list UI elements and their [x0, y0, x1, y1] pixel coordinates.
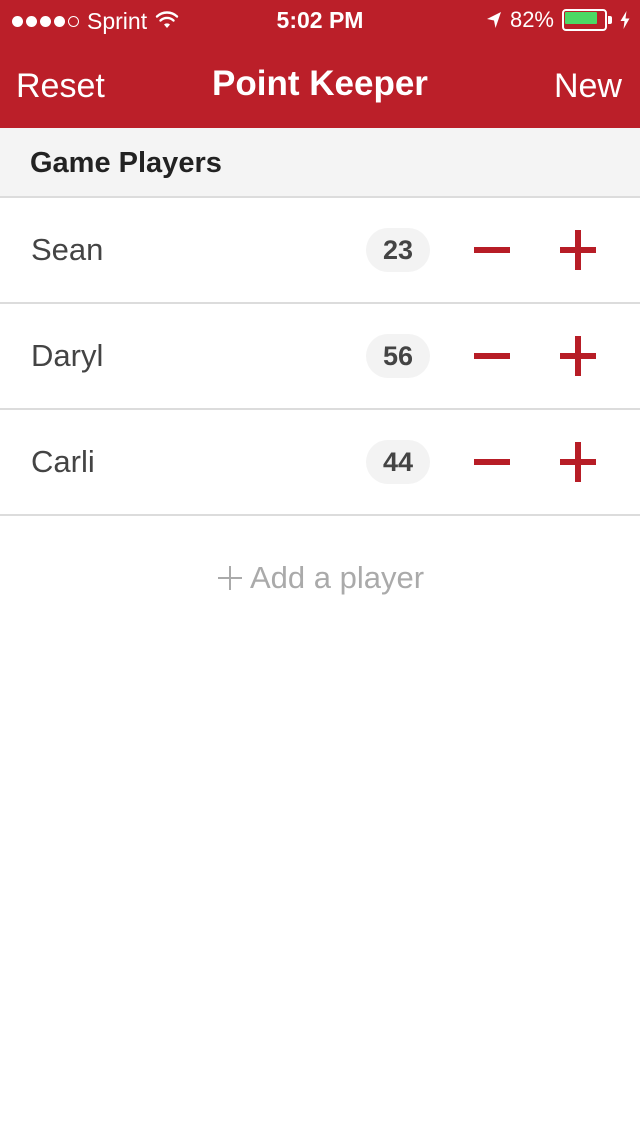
player-row: Daryl 56	[0, 304, 640, 410]
score-badge: 44	[366, 440, 430, 484]
score-badge: 56	[366, 334, 430, 378]
increment-button[interactable]	[552, 224, 604, 276]
status-right: 82%	[486, 7, 630, 33]
minus-icon	[474, 459, 510, 465]
plus-icon	[217, 566, 242, 590]
increment-button[interactable]	[552, 330, 604, 382]
minus-icon	[474, 247, 510, 253]
add-player-button[interactable]: Add a player	[0, 548, 640, 608]
score-badge: 23	[366, 228, 430, 272]
battery-percent: 82%	[509, 7, 554, 32]
plus-icon	[560, 442, 596, 482]
battery-cap	[608, 16, 612, 24]
location-arrow-icon	[486, 12, 501, 28]
battery-icon	[562, 9, 612, 31]
increment-button[interactable]	[552, 436, 604, 488]
status-bar: Sprint 5:02 PM 82%	[0, 0, 640, 40]
decrement-button[interactable]	[466, 436, 518, 488]
decrement-button[interactable]	[466, 224, 518, 276]
plus-icon	[560, 230, 596, 270]
player-name: Sean	[31, 232, 104, 267]
player-list: Sean 23 Daryl 56 Carli 44	[0, 198, 640, 516]
navigation-bar: Point Keeper Reset New	[0, 40, 640, 128]
plus-icon	[560, 336, 596, 376]
new-button[interactable]: New	[554, 40, 622, 128]
reset-button[interactable]: Reset	[16, 40, 105, 128]
section-title: Game Players	[30, 147, 222, 179]
top-bar: Sprint 5:02 PM 82% Point Keeper Reset Ne…	[0, 0, 640, 128]
player-name: Daryl	[31, 338, 104, 373]
add-player-label: Add a player	[249, 560, 425, 595]
section-header: Game Players	[0, 128, 640, 198]
battery-fill	[565, 12, 597, 24]
player-row: Sean 23	[0, 198, 640, 304]
player-row: Carli 44	[0, 410, 640, 516]
charging-bolt-icon	[620, 11, 630, 29]
decrement-button[interactable]	[466, 330, 518, 382]
minus-icon	[474, 353, 510, 359]
player-name: Carli	[31, 444, 95, 479]
